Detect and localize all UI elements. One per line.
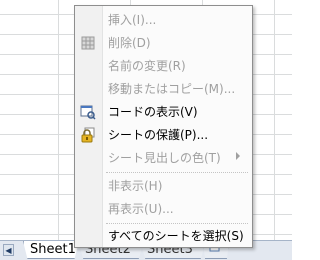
menu-item-tab-color[interactable]: シート見出しの色(T) (75, 147, 252, 169)
delete-sheet-icon (80, 35, 96, 51)
menu-item-label: 削除(D) (108, 36, 151, 50)
menu-item-protect-sheet[interactable]: シートの保護(P)... (75, 124, 252, 146)
menu-item-insert[interactable]: 挿入(I)... (75, 9, 252, 31)
menu-item-view-code[interactable]: コードの表示(V) (75, 101, 252, 123)
menu-item-label: シートの保護(P)... (108, 128, 209, 142)
menu-separator (106, 223, 248, 224)
menu-item-label: 移動またはコピー(M)... (108, 82, 236, 96)
sheet-tab-sheet1[interactable]: Sheet1 (23, 241, 79, 259)
menu-item-label: コードの表示(V) (108, 105, 198, 119)
menu-item-label: 非表示(H) (108, 179, 163, 193)
menu-item-rename[interactable]: 名前の変更(R) (75, 55, 252, 77)
menu-item-label: 再表示(U)... (108, 202, 174, 216)
menu-item-unhide[interactable]: 再表示(U)... (75, 198, 252, 220)
menu-item-label: シート見出しの色(T) (108, 151, 221, 165)
menu-item-label: 名前の変更(R) (108, 59, 186, 73)
view-code-icon (80, 104, 96, 120)
menu-item-delete[interactable]: 削除(D) (75, 32, 252, 54)
menu-item-label: すべてのシートを選択(S) (108, 229, 244, 243)
menu-item-move-or-copy[interactable]: 移動またはコピー(M)... (75, 78, 252, 100)
menu-item-label: 挿入(I)... (108, 13, 157, 27)
submenu-arrow-icon (236, 152, 240, 160)
protect-sheet-lock-icon (80, 127, 96, 143)
menu-item-select-all-sheets[interactable]: すべてのシートを選択(S) (75, 225, 252, 247)
sheet-tab-context-menu: 挿入(I)... 削除(D) 名前の変更(R) 移動またはコピー(M)... コ… (74, 5, 253, 248)
tab-scroll-prev-button[interactable]: ◀ (3, 244, 14, 256)
menu-item-hide[interactable]: 非表示(H) (75, 175, 252, 197)
menu-separator (106, 172, 248, 173)
